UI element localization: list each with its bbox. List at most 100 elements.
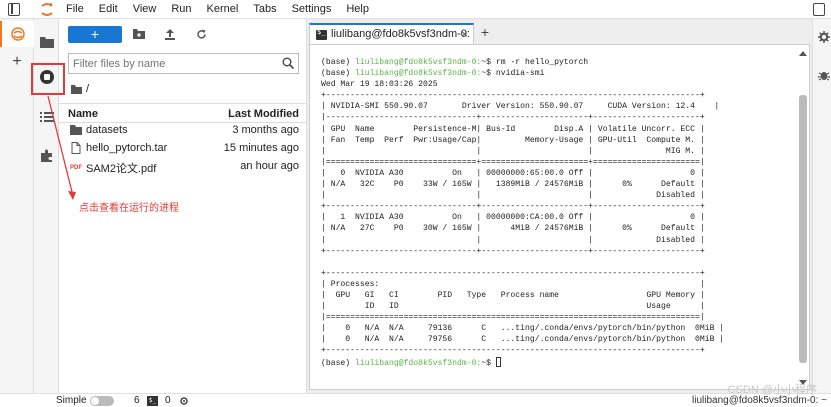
terminal-line: | ID ID Usage | [321,301,724,312]
terminal-icon: $_ [147,396,158,406]
terminal-scrollbar[interactable] [799,51,807,385]
breadcrumb-root[interactable]: / [86,83,89,95]
menu-tabs[interactable]: Tabs [253,3,276,15]
terminal-line: | Processes: | [321,279,724,290]
list-icon [40,112,54,122]
menu-bar: File Edit View Run Kernel Tabs Settings … [0,0,831,19]
terminal-line: +-------------------------------+-------… [321,201,724,212]
column-name[interactable]: Name [68,108,98,120]
search-icon [282,57,294,69]
terminal-line-text: +---------------------------------------… [321,268,705,278]
terminal-icon [316,28,327,40]
terminal-line-text: | 0 N/A N/A 79136 C ...ting/.conda/envs/… [321,324,725,334]
column-last-modified[interactable]: Last Modified [228,108,299,120]
terminal-output[interactable]: (base) liulibang@fdo8k5vsf3ndm-0: ~$ rm -… [309,44,810,390]
settings-small-icon[interactable] [179,396,189,406]
right-sidebar-toggle-icon[interactable] [813,3,825,16]
refresh-button[interactable] [194,27,208,41]
terminal-text: (base) liulibang@fdo8k5vsf3ndm-0: ~$ rm -… [321,57,724,369]
menu-view[interactable]: View [133,3,157,15]
gear-icon[interactable] [818,31,830,43]
terminal-line: | 0 N/A N/A 79136 C ...ting/.conda/envs/… [321,323,724,334]
svg-text:PDF: PDF [70,165,82,171]
folder-icon [70,125,82,135]
terminal-command: ~$ nvidia-smi [481,69,545,79]
sidebar-toggle-icon[interactable] [8,3,20,16]
bug-icon[interactable] [818,69,830,81]
activity-bar: + [0,19,34,393]
terminal-line-text: | Fan Temp Perf Pwr:Usage/Cap| Memory-Us… [321,135,705,145]
scroll-up-icon[interactable] [799,51,807,56]
folder-icon [40,37,54,48]
terminal-line: (base) liulibang@fdo8k5vsf3ndm-0:~$ nvid… [321,68,724,79]
terminal-line: | 0 NVIDIA A30 On | 00000000:65:00.0 Off… [321,168,724,179]
simple-mode-toggle[interactable] [90,396,114,406]
right-activity-bar [812,19,831,393]
file-icon [71,142,81,154]
terminal-line: +---------------------------------------… [321,268,724,279]
menu-settings[interactable]: Settings [292,3,332,15]
terminal-line-text: (base) [321,69,355,79]
terminal-line-text: | 1 NVIDIA A30 On | 00000000:CA:00.0 Off… [321,213,705,223]
terminal-tab-label: liulibang@fdo8k5vsf3ndm-0: [331,28,470,40]
new-launcher-button[interactable]: + [68,26,122,43]
terminal-line: | N/A 32C P0 33W / 165W | 1389MiB / 2457… [321,179,724,190]
terminal-line: (base) liulibang@fdo8k5vsf3ndm-0:~$ rm -… [321,57,724,68]
file-modified: an hour ago [240,160,299,172]
kernel-count[interactable]: 6 [134,395,140,406]
terminal-line-text: Wed Mar 19 18:03:26 2025 [321,80,438,90]
filter-files-field[interactable] [68,53,299,74]
filter-files-input[interactable] [73,56,273,71]
file-row-hello-pytorch[interactable]: hello_pytorch.tar 15 minutes ago [59,139,307,157]
terminal-line: | | | Disabled | [321,190,724,201]
file-list-header: Name Last Modified [59,103,307,123]
folder-icon[interactable] [71,84,82,94]
terminal-line: | | | Disabled | [321,235,724,246]
refresh-icon [196,29,206,39]
watermark: CSDN @小小程序 [727,384,817,396]
terminal-line: | 1 NVIDIA A30 On | 00000000:CA:00.0 Off… [321,212,724,223]
file-name: hello_pytorch.tar [86,142,168,154]
plus-icon[interactable]: + [0,49,34,75]
terminal-line-text: | 0 NVIDIA A30 On | 00000000:65:00.0 Off… [321,168,705,178]
terminal-line-text: | | | Disabled | [321,191,705,201]
scroll-thumb[interactable] [799,95,807,363]
upload-icon [165,28,175,40]
file-name: datasets [86,124,128,136]
terminal-prompt-user: liulibang@fdo8k5vsf3ndm-0: [355,69,482,79]
file-row-sam2-pdf[interactable]: PDF SAM2论文.pdf an hour ago [59,157,307,175]
file-row-datasets[interactable]: datasets 3 months ago [59,121,307,139]
terminal-tab[interactable]: liulibang@fdo8k5vsf3ndm-0: × [309,23,474,44]
terminal-line-text: | N/A 27C P0 30W / 165W | 4MiB / 24576Mi… [321,224,705,234]
terminal-command: ~$ rm -r hello_pytorch [481,58,589,67]
close-icon[interactable]: × [461,27,468,41]
status-bar: Simple 6 $_ 0 liulibang@fdo8k5vsf3ndm-0:… [0,393,831,407]
menu-help[interactable]: Help [346,3,369,15]
menu-kernel[interactable]: Kernel [207,3,239,15]
terminal-count[interactable]: 0 [165,395,171,406]
terminal-line-text: |===============================+=======… [321,157,705,167]
terminal-tab-bar: liulibang@fdo8k5vsf3ndm-0: × + [309,23,812,44]
terminal-line-text: +---------------------------------------… [321,91,705,101]
add-tab-button[interactable]: + [477,25,493,41]
terminal-line: | NVIDIA-SMI 550.90.07 Driver Version: 5… [321,101,724,112]
jupyter-logo-icon [41,3,53,16]
menu-run[interactable]: Run [171,3,191,15]
new-folder-button[interactable] [132,27,146,41]
simple-mode-label: Simple [56,395,87,406]
activity-launcher-tab[interactable] [0,21,34,47]
new-folder-icon [133,29,145,39]
terminal-line: +---------------------------------------… [321,90,724,101]
terminal-line: +---------------------------------------… [321,345,724,356]
terminal-line-text: (base) [321,358,355,368]
terminal-line-text: | N/A 32C P0 33W / 165W | 1389MiB / 2457… [321,180,705,190]
menu-file[interactable]: File [66,3,84,15]
terminal-cursor [495,356,501,367]
terminal-prompt-user: liulibang@fdo8k5vsf3ndm-0: [355,358,482,368]
puzzle-icon [41,149,52,162]
upload-button[interactable] [163,27,177,41]
file-modified: 15 minutes ago [223,142,299,154]
menu-edit[interactable]: Edit [99,3,118,15]
terminal-line-text: |=======================================… [321,313,705,323]
